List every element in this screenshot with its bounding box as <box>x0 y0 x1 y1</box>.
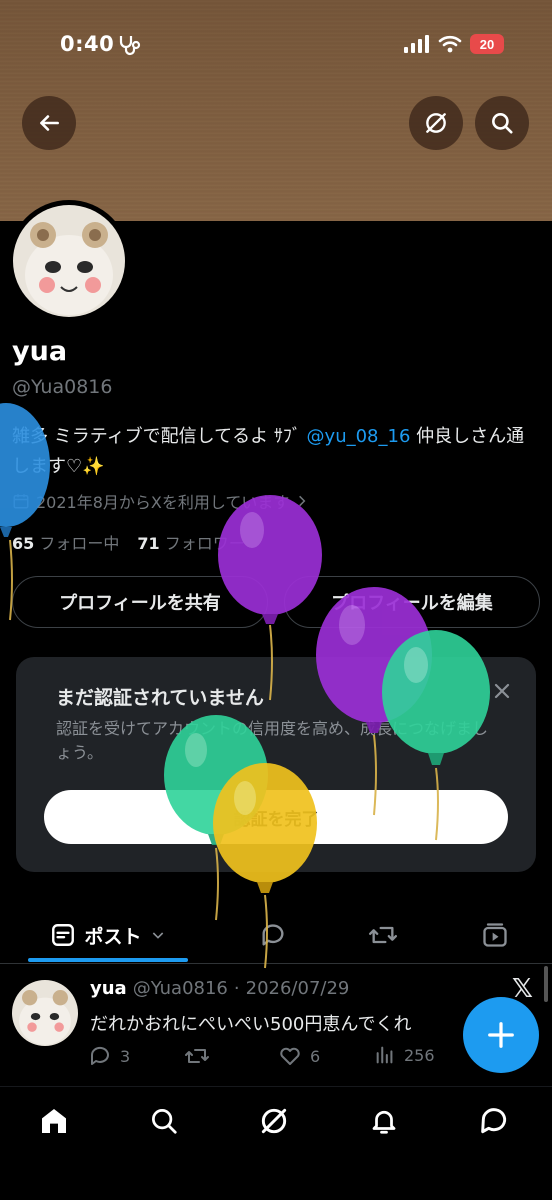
scrollbar[interactable] <box>544 966 548 1002</box>
nav-grok[interactable] <box>254 1101 294 1141</box>
post-date: 2026/07/29 <box>245 978 350 999</box>
following-count: 65 <box>12 534 35 553</box>
share-profile-button[interactable]: プロフィールを共有 <box>12 576 268 628</box>
like-action[interactable]: 6 <box>278 1044 320 1068</box>
post-header: yua @Yua0816 · 2026/07/29 <box>90 978 349 999</box>
followers-label: フォロワー <box>164 534 245 553</box>
bio-mention-link[interactable]: @yu_08_16 <box>307 426 411 447</box>
joined-text: 2021年8月からXを利用しています <box>36 493 290 512</box>
status-right: 20 <box>404 34 504 54</box>
profile-avatar[interactable] <box>8 200 130 322</box>
post-author-handle: @Yua0816 <box>132 978 228 999</box>
chevron-down-icon <box>152 932 163 939</box>
edit-profile-button[interactable]: プロフィールを編集 <box>284 576 540 628</box>
posts-icon <box>52 924 75 946</box>
search-button[interactable] <box>475 96 529 150</box>
tab-replies[interactable] <box>250 908 296 962</box>
followers-count: 71 <box>137 534 160 553</box>
verification-card: まだ認証されていません 認証を受けてアカウントの信用度を高め、成長につなげましょ… <box>16 657 536 872</box>
post-actions: 3 6 256 <box>88 1044 448 1070</box>
tab-media[interactable] <box>472 908 518 962</box>
reply-icon <box>90 1046 109 1065</box>
chevron-right-icon <box>299 495 306 507</box>
verification-title: まだ認証されていません <box>56 687 264 709</box>
post-avatar[interactable] <box>12 980 78 1046</box>
repost-icon <box>369 926 397 944</box>
grok-icon <box>261 1108 287 1134</box>
plus-icon <box>488 1022 514 1048</box>
wifi-icon <box>438 35 462 53</box>
search-icon <box>152 1109 177 1134</box>
followers-link[interactable]: 71 フォロワー <box>137 530 244 554</box>
post-author-name[interactable]: yua <box>90 978 127 999</box>
following-label: フォロー中 <box>39 534 120 553</box>
nav-notifications[interactable] <box>364 1101 404 1141</box>
close-icon <box>494 683 510 699</box>
active-tab-indicator <box>28 958 188 962</box>
calendar-icon <box>13 494 29 509</box>
tab-posts[interactable]: ポスト <box>28 908 188 962</box>
video-icon <box>483 923 507 947</box>
bottom-navigation <box>0 1086 552 1200</box>
bio-text-1: 雑多 ミラティブで配信してるよ ｻﾌﾞ <box>12 426 307 447</box>
repost-action[interactable] <box>184 1044 210 1068</box>
verification-description: 認証を受けてアカウントの信用度を高め、成長につなげましょう。 <box>56 719 489 762</box>
nav-search[interactable] <box>144 1101 184 1141</box>
nav-home[interactable] <box>34 1101 74 1141</box>
profile-handle: @Yua0816 <box>12 376 113 398</box>
battery-indicator: 20 <box>470 34 504 54</box>
message-icon <box>481 1108 507 1134</box>
following-link[interactable]: 65 フォロー中 <box>12 530 119 554</box>
back-button[interactable] <box>22 96 76 150</box>
search-icon <box>492 113 513 134</box>
reply-count: 3 <box>120 1046 131 1066</box>
signal-icon <box>404 35 429 53</box>
bell-icon <box>372 1110 396 1134</box>
views-action[interactable]: 256 <box>374 1044 435 1066</box>
reply-icon <box>262 924 284 946</box>
views-icon <box>376 1046 393 1064</box>
joined-date[interactable]: 2021年8月からXを利用しています <box>12 489 309 513</box>
stethoscope-icon <box>119 36 141 56</box>
home-icon <box>42 1109 66 1133</box>
post-text: だれかおれにぺいぺい500円恵んでくれ <box>90 1014 412 1035</box>
grok-button[interactable] <box>409 96 463 150</box>
tab-reposts[interactable] <box>360 908 406 962</box>
compose-button[interactable] <box>463 997 539 1073</box>
profile-bio: 雑多 ミラティブで配信してるよ ｻﾌﾞ @yu_08_16 仲良しさん通します♡… <box>12 422 542 482</box>
like-count: 6 <box>310 1046 321 1066</box>
avatar-image <box>13 205 125 317</box>
status-bar: 0:40 20 <box>0 28 552 64</box>
back-arrow-icon <box>40 115 59 131</box>
view-count: 256 <box>404 1045 435 1065</box>
status-time: 0:40 <box>60 32 115 56</box>
profile-name: yua <box>12 336 68 367</box>
tab-posts-label: ポスト <box>84 925 142 948</box>
close-button[interactable] <box>490 679 514 703</box>
follow-stats: 65 フォロー中 71 フォロワー <box>12 530 245 554</box>
profile-tabs: ポスト <box>0 908 552 964</box>
nav-messages[interactable] <box>474 1101 514 1141</box>
reply-action[interactable]: 3 <box>88 1044 130 1068</box>
post-separator: · <box>233 978 240 999</box>
repost-icon <box>185 1049 209 1063</box>
complete-verification-button[interactable]: 認証を完了 <box>44 790 508 844</box>
heart-icon <box>280 1047 300 1065</box>
grok-icon <box>426 113 446 133</box>
